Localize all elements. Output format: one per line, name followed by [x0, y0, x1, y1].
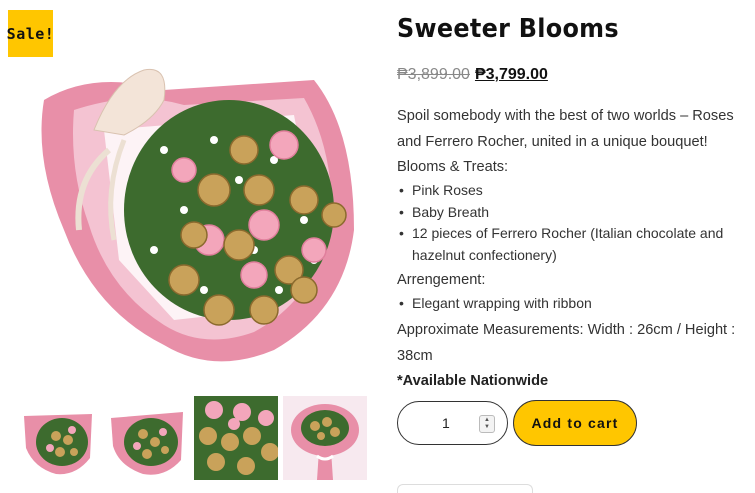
- secondary-control[interactable]: [397, 484, 533, 493]
- list-item: Pink Roses: [397, 180, 749, 202]
- original-price: ₱3,899.00: [397, 66, 470, 83]
- sale-badge: Sale!: [7, 10, 54, 57]
- arrangement-list: Elegant wrapping with ribbon: [397, 293, 749, 315]
- list-item: Elegant wrapping with ribbon: [397, 293, 749, 315]
- chevron-down-icon[interactable]: ▼: [484, 424, 490, 431]
- list-item: Baby Breath: [397, 202, 749, 224]
- add-to-cart-button[interactable]: Add to cart: [513, 400, 637, 446]
- quantity-stepper[interactable]: ▲ ▼: [479, 415, 495, 433]
- quantity-value: 1: [442, 415, 450, 431]
- list-item: 12 pieces of Ferrero Rocher (Italian cho…: [397, 223, 749, 266]
- add-to-cart-form: 1 ▲ ▼ Add to cart: [397, 400, 637, 446]
- product-details: Sweeter Blooms ₱3,899.00 ₱3,799.00 Spoil…: [397, 14, 749, 393]
- product-title: Sweeter Blooms: [397, 14, 619, 44]
- price-row: ₱3,899.00 ₱3,799.00: [397, 66, 749, 84]
- measurements: Approximate Measurements: Width : 26cm /…: [397, 321, 736, 364]
- thumbnail-4[interactable]: [283, 396, 367, 480]
- thumbnail-strip: [16, 396, 367, 480]
- product-description: Spoil somebody with the best of two worl…: [397, 103, 749, 393]
- blooms-heading: Blooms & Treats:: [397, 159, 509, 175]
- chevron-up-icon[interactable]: ▲: [484, 417, 490, 424]
- description-intro: Spoil somebody with the best of two worl…: [397, 108, 734, 150]
- arrangement-heading: Arrengement:: [397, 272, 486, 288]
- quantity-field[interactable]: 1 ▲ ▼: [397, 401, 508, 445]
- thumbnail-1[interactable]: [16, 396, 100, 480]
- blooms-list: Pink Roses Baby Breath 12 pieces of Ferr…: [397, 180, 749, 266]
- thumbnail-3[interactable]: [194, 396, 278, 480]
- availability-note: *Available Nationwide: [397, 372, 549, 389]
- product-main-image[interactable]: [14, 10, 374, 380]
- thumbnail-2[interactable]: [105, 396, 189, 480]
- sale-price: ₱3,799.00: [474, 66, 548, 83]
